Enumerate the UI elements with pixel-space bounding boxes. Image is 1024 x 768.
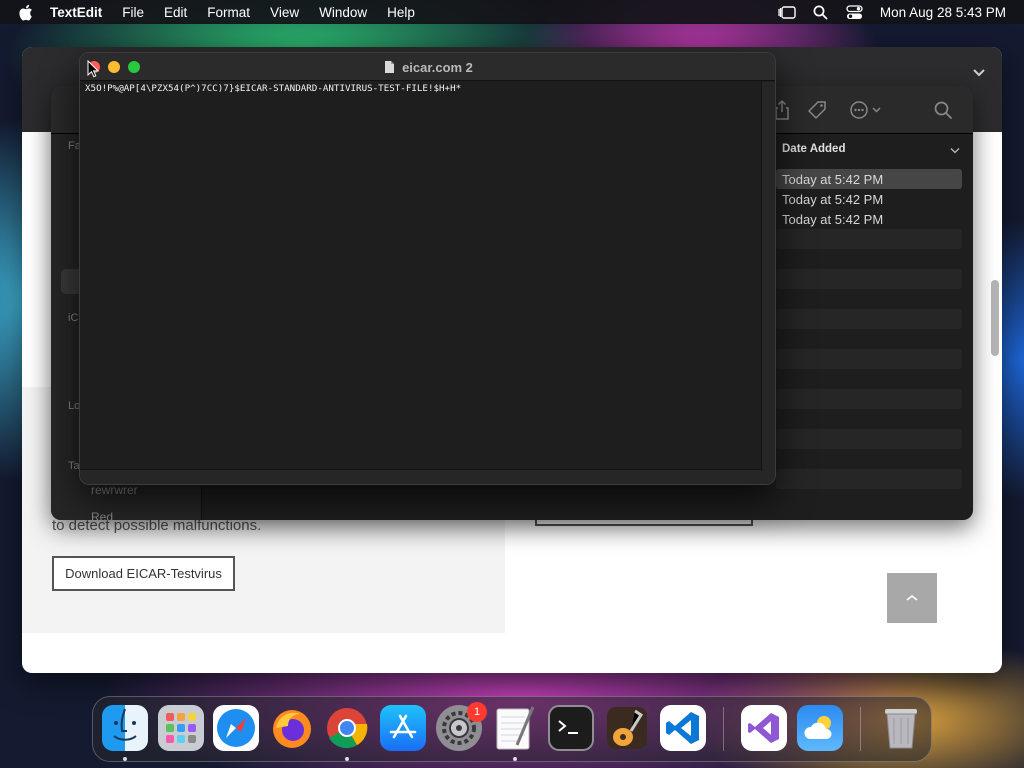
- minimize-window-button[interactable]: [108, 61, 120, 73]
- menu-help[interactable]: Help: [387, 5, 415, 20]
- running-indicator: [513, 757, 517, 761]
- list-item[interactable]: [776, 389, 962, 409]
- document-icon: [384, 60, 396, 74]
- terminal-icon[interactable]: [548, 705, 594, 751]
- share-icon[interactable]: [774, 100, 790, 120]
- sidebar-section-label: Ta: [68, 460, 80, 472]
- running-indicator: [123, 757, 127, 761]
- window-title-text: eicar.com 2: [402, 59, 473, 75]
- column-header-label: Date Added: [782, 143, 846, 155]
- dock: [92, 696, 932, 762]
- window-title: eicar.com 2: [80, 53, 775, 81]
- vscode-icon[interactable]: [660, 705, 706, 751]
- sidebar-tag-item[interactable]: Red: [91, 510, 113, 520]
- menu-clock[interactable]: Mon Aug 28 5:43 PM: [880, 5, 1006, 20]
- menu-view[interactable]: View: [270, 5, 299, 20]
- textedit-icon[interactable]: [492, 705, 538, 751]
- list-item[interactable]: Today at 5:42 PM: [776, 169, 962, 189]
- more-actions-icon[interactable]: [849, 100, 883, 120]
- browser-scrollbar[interactable]: [991, 280, 999, 356]
- chevron-down-icon[interactable]: [972, 65, 988, 77]
- stage-manager-icon[interactable]: [778, 4, 796, 20]
- search-icon[interactable]: [934, 100, 952, 120]
- apple-menu-icon[interactable]: [18, 3, 36, 21]
- dock-separator: [860, 707, 861, 751]
- list-item[interactable]: [776, 349, 962, 369]
- running-indicator: [345, 757, 349, 761]
- menu-window[interactable]: Window: [319, 5, 367, 20]
- list-item[interactable]: Today at 5:42 PM: [776, 189, 962, 209]
- chevron-down-icon[interactable]: [950, 145, 960, 154]
- list-item[interactable]: [776, 309, 962, 329]
- visual-studio-icon[interactable]: [741, 705, 787, 751]
- list-item[interactable]: [776, 429, 962, 449]
- textedit-title-bar[interactable]: eicar.com 2: [80, 53, 775, 81]
- weather-icon[interactable]: [797, 705, 843, 751]
- trash-icon[interactable]: [878, 705, 924, 751]
- maximize-window-button[interactable]: [128, 61, 140, 73]
- list-item[interactable]: [776, 469, 962, 489]
- download-eicar-button[interactable]: Download EICAR-Testvirus: [52, 556, 235, 591]
- menu-bar: TextEdit File Edit Format View Window He…: [0, 0, 1024, 24]
- horizontal-scrollbar[interactable]: [80, 469, 763, 484]
- dock-separator: [723, 707, 724, 751]
- spotlight-search-icon[interactable]: [812, 4, 830, 20]
- tag-icon[interactable]: [808, 100, 828, 120]
- scroll-to-top-button[interactable]: [887, 573, 937, 623]
- list-item[interactable]: [776, 269, 962, 289]
- notification-badge: 1: [467, 702, 487, 722]
- finder-icon[interactable]: [102, 705, 148, 751]
- launchpad-icon[interactable]: [158, 705, 204, 751]
- control-center-icon[interactable]: [846, 4, 864, 20]
- column-header-date-added[interactable]: Date Added: [776, 136, 968, 162]
- chrome-icon[interactable]: [324, 705, 370, 751]
- menu-file[interactable]: File: [122, 5, 144, 20]
- app-store-icon[interactable]: [380, 705, 426, 751]
- textedit-window: eicar.com 2 X5O!P%@AP[4\PZX54(P^)7CC)7}$…: [79, 52, 776, 485]
- mouse-pointer-icon: [87, 59, 100, 78]
- garageband-icon[interactable]: [604, 705, 650, 751]
- menu-edit[interactable]: Edit: [164, 5, 187, 20]
- list-item[interactable]: [776, 229, 962, 249]
- sidebar-tag-item[interactable]: rewrwrer: [91, 483, 138, 497]
- safari-icon[interactable]: [213, 705, 259, 751]
- document-text-area[interactable]: X5O!P%@AP[4\PZX54(P^)7CC)7}$EICAR-STANDA…: [80, 82, 762, 470]
- firefox-icon[interactable]: [269, 705, 315, 751]
- menu-format[interactable]: Format: [207, 5, 250, 20]
- menu-app-name[interactable]: TextEdit: [50, 5, 102, 20]
- list-item[interactable]: Today at 5:42 PM: [776, 209, 962, 229]
- sidebar-section-label: iC: [68, 312, 79, 324]
- vertical-scrollbar[interactable]: [761, 82, 775, 484]
